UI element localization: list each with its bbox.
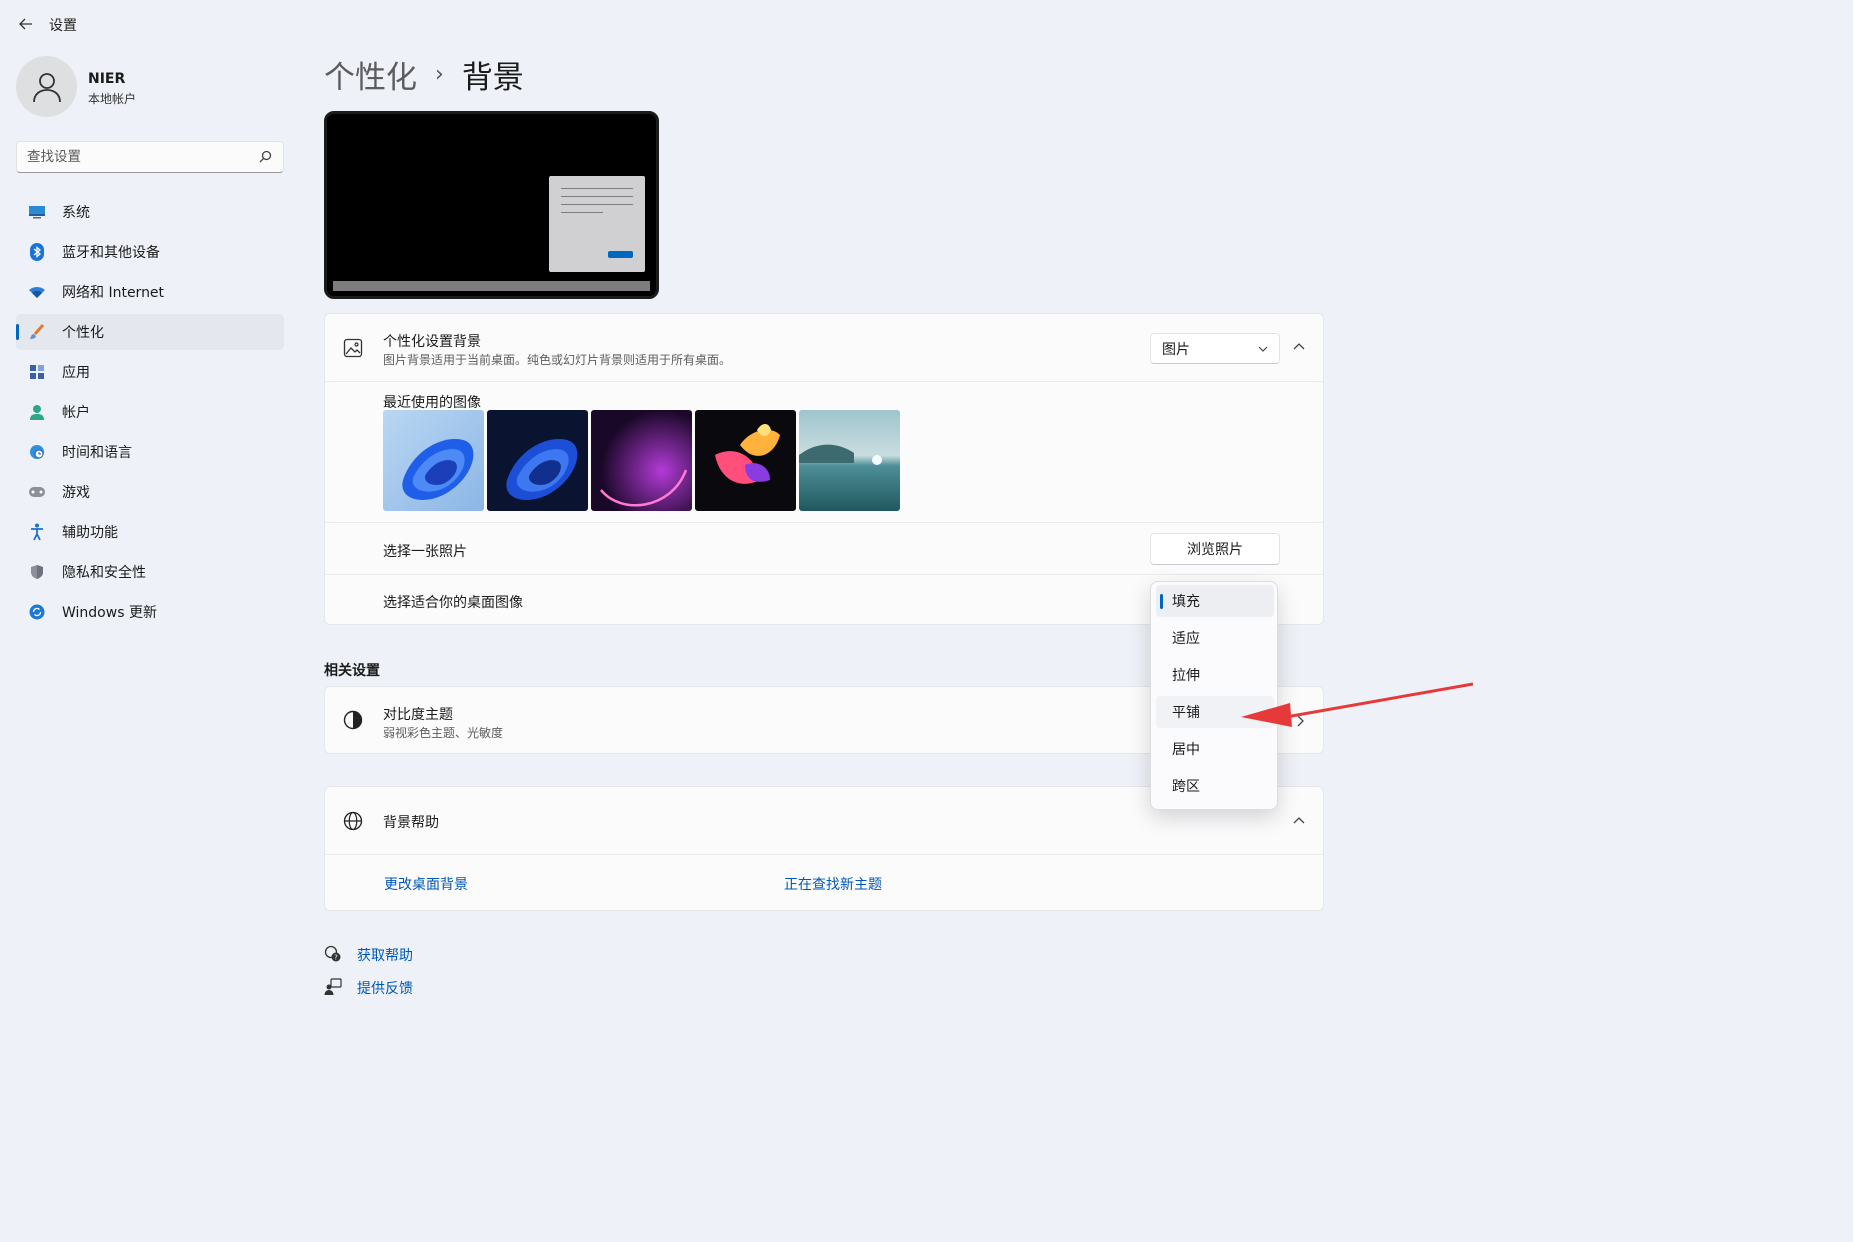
sidebar-item-apps[interactable]: 应用 xyxy=(16,354,284,390)
shield-icon xyxy=(28,563,46,581)
annotation-arrow xyxy=(1241,682,1474,727)
app-title: 设置 xyxy=(49,18,77,34)
sidebar-item-network[interactable]: 网络和 Internet xyxy=(16,274,284,310)
sidebar-item-label: Windows 更新 xyxy=(62,605,157,621)
background-type-dropdown[interactable]: 图片 xyxy=(1150,333,1280,364)
sidebar-item-label: 系统 xyxy=(62,205,90,221)
search-icon[interactable] xyxy=(257,149,273,165)
globe-clock-icon xyxy=(28,443,46,461)
recent-image-5[interactable] xyxy=(799,410,900,511)
choose-photo-label: 选择一张照片 xyxy=(383,544,467,560)
sidebar-item-label: 个性化 xyxy=(62,325,104,341)
chevron-up-icon[interactable] xyxy=(1292,815,1306,825)
wifi-icon xyxy=(28,283,46,301)
recent-images-label: 最近使用的图像 xyxy=(383,395,481,411)
apps-icon xyxy=(28,363,46,381)
contrast-icon xyxy=(343,710,363,730)
sidebar-item-accounts[interactable]: 帐户 xyxy=(16,394,284,430)
sidebar-item-label: 游戏 xyxy=(62,485,90,501)
brush-icon xyxy=(28,323,46,341)
sidebar-item-label: 隐私和安全性 xyxy=(62,565,146,581)
breadcrumb-parent[interactable]: 个性化 xyxy=(324,52,417,97)
gamepad-icon xyxy=(28,483,46,501)
background-help-title: 背景帮助 xyxy=(383,815,439,831)
preview-taskbar xyxy=(333,281,650,291)
sidebar-item-time-language[interactable]: 时间和语言 xyxy=(16,434,284,470)
sidebar-item-label: 应用 xyxy=(62,365,90,381)
sidebar-item-label: 时间和语言 xyxy=(62,445,132,461)
sidebar-item-windows-update[interactable]: Windows 更新 xyxy=(16,594,284,630)
sidebar-item-bluetooth[interactable]: 蓝牙和其他设备 xyxy=(16,234,284,270)
sidebar-item-gaming[interactable]: 游戏 xyxy=(16,474,284,510)
preview-window xyxy=(549,176,645,272)
fit-option-span[interactable]: 跨区 xyxy=(1156,770,1274,802)
feedback-link[interactable]: 提供反馈 xyxy=(357,978,413,998)
sidebar-item-label: 蓝牙和其他设备 xyxy=(62,245,160,261)
sidebar-item-label: 帐户 xyxy=(62,405,90,421)
preview-button xyxy=(608,251,633,258)
get-help-link[interactable]: 获取帮助 xyxy=(357,945,413,965)
related-settings-heading: 相关设置 xyxy=(324,663,380,679)
back-button[interactable] xyxy=(12,10,40,38)
sidebar-item-personalization[interactable]: 个性化 xyxy=(16,314,284,350)
chevron-up-icon[interactable] xyxy=(1292,341,1306,351)
background-title: 个性化设置背景 xyxy=(383,334,481,350)
recent-image-4[interactable] xyxy=(695,410,796,511)
accessibility-icon xyxy=(28,523,46,541)
sidebar-item-accessibility[interactable]: 辅助功能 xyxy=(16,514,284,550)
avatar[interactable] xyxy=(16,56,77,117)
page-title: 背景 xyxy=(461,60,524,96)
sidebar-item-system[interactable]: 系统 xyxy=(16,194,284,230)
dropdown-value: 图片 xyxy=(1162,341,1190,358)
contrast-subtitle: 弱视彩色主题、光敏度 xyxy=(383,726,504,740)
user-name: NIER xyxy=(88,71,126,87)
recent-image-1[interactable] xyxy=(383,410,484,511)
desktop-preview xyxy=(324,111,659,299)
browse-photos-button[interactable]: 浏览照片 xyxy=(1150,533,1280,565)
fit-option-fill[interactable]: 填充 xyxy=(1156,585,1274,617)
image-icon xyxy=(343,338,363,358)
background-subtitle: 图片背景适用于当前桌面。纯色或幻灯片背景则适用于所有桌面。 xyxy=(383,353,732,367)
find-new-themes-link[interactable]: 正在查找新主题 xyxy=(784,874,882,894)
fit-label: 选择适合你的桌面图像 xyxy=(383,595,523,611)
svg-text:?: ? xyxy=(334,954,338,962)
recent-image-3[interactable] xyxy=(591,410,692,511)
bluetooth-icon xyxy=(28,243,46,261)
sidebar-nav: 系统 蓝牙和其他设备 网络和 Internet 个性化 应用 帐户 时间和语言 … xyxy=(16,194,284,634)
globe-icon xyxy=(343,811,363,831)
search-box[interactable] xyxy=(16,141,284,173)
fit-option-fit[interactable]: 适应 xyxy=(1156,622,1274,654)
fit-option-center[interactable]: 居中 xyxy=(1156,733,1274,765)
person-icon xyxy=(28,403,46,421)
user-account-type: 本地帐户 xyxy=(88,92,137,106)
person-icon xyxy=(32,72,61,102)
sidebar-item-privacy[interactable]: 隐私和安全性 xyxy=(16,554,284,590)
breadcrumb: 个性化 › 背景 xyxy=(324,52,524,97)
back-arrow-icon xyxy=(19,18,32,30)
contrast-title: 对比度主题 xyxy=(383,707,453,723)
chevron-down-icon xyxy=(1258,346,1268,352)
update-icon xyxy=(28,603,46,621)
feedback-icon xyxy=(324,978,342,995)
breadcrumb-separator: › xyxy=(435,62,444,87)
sidebar-item-label: 辅助功能 xyxy=(62,525,118,541)
change-desktop-background-link[interactable]: 更改桌面背景 xyxy=(384,874,468,894)
sidebar-item-label: 网络和 Internet xyxy=(62,285,165,301)
help-icon: ? xyxy=(324,945,341,962)
search-input[interactable] xyxy=(17,142,247,172)
monitor-icon xyxy=(28,203,46,221)
recent-image-2[interactable] xyxy=(487,410,588,511)
